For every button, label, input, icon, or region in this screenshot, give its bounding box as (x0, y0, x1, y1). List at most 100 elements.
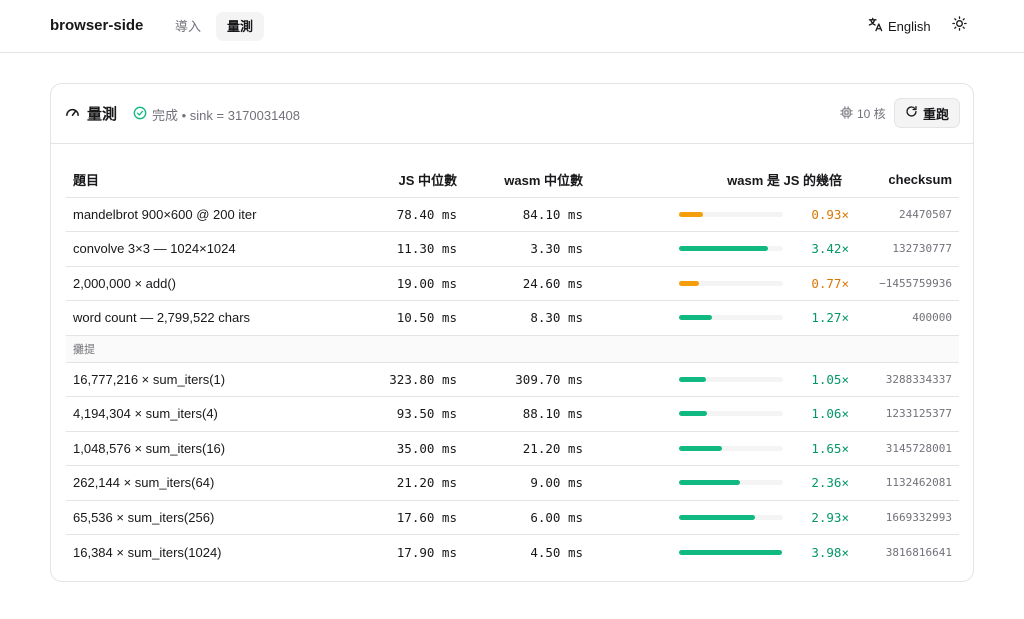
ratio-cell: 0.77× (590, 266, 849, 301)
ratio-cell: 3.98× (590, 535, 849, 570)
checksum-value: 400000 (849, 300, 959, 336)
card-title: 量測 (65, 103, 117, 124)
cores-indicator: 10 核 (840, 105, 886, 122)
ratio-bar (679, 445, 783, 451)
ratio-bar (679, 315, 783, 321)
tab-import[interactable]: 導入 (164, 12, 212, 41)
task-name: 1,048,576 × sum_iters(16) (66, 431, 338, 466)
ratio-value: 1.06× (811, 406, 849, 422)
wasm-median: 24.60 ms (464, 266, 590, 301)
card-header: 量測 完成 • sink = 3170031408 10 核 重跑 (51, 84, 973, 144)
ratio-value: 1.27× (811, 310, 849, 326)
checksum-value: 1132462081 (849, 465, 959, 501)
ratio-cell: 1.05× (590, 362, 849, 397)
checksum-value: 3816816641 (885, 545, 952, 559)
task-name: word count — 2,799,522 chars (66, 300, 338, 336)
table-row: 4,194,304 × sum_iters(4) 93.50 ms 88.10 ms… (66, 396, 959, 432)
language-label: English (888, 18, 931, 34)
ratio-cell: 3.42× (590, 231, 849, 267)
status-text: 完成 • sink = 3170031408 (152, 108, 301, 123)
column-header-js-median: JS 中位數 (338, 162, 464, 198)
language-button[interactable]: English (868, 15, 931, 37)
ratio-value: 1.05× (811, 371, 849, 387)
wasm-median: 21.20 ms (464, 431, 590, 466)
column-header-wasm-median: wasm 中位數 (464, 162, 590, 198)
results-table: 題目 JS 中位數 wasm 中位數 wasm 是 JS 的幾倍 checksu… (66, 162, 959, 569)
table-row: 65,536 × sum_iters(256) 17.60 ms 6.00 ms 2.… (66, 500, 959, 535)
ratio-bar-fill (679, 246, 768, 252)
table-header-row: 題目 JS 中位數 wasm 中位數 wasm 是 JS 的幾倍 checksu… (66, 162, 959, 198)
task-name: mandelbrot 900×600 @ 200 iter (66, 197, 338, 232)
js-median: 17.90 ms (396, 544, 457, 560)
ratio-bar (679, 411, 783, 417)
theme-toggle-button[interactable] (948, 15, 970, 37)
task-name: convolve 3×3 — 1024×1024 (66, 231, 338, 267)
rerun-label: 重跑 (922, 106, 949, 122)
js-median: 10.50 ms (338, 300, 464, 336)
ratio-cell: 2.93× (590, 500, 849, 535)
wasm-median: 3.30 ms (464, 231, 590, 267)
js-median: 19.00 ms (338, 266, 464, 301)
ratio-cell: 2.36× (590, 465, 849, 501)
js-median: 323.80 ms (338, 362, 464, 397)
ratio-cell: 0.93× (590, 197, 849, 232)
js-median: 21.20 ms (338, 465, 464, 501)
column-header-task: 題目 (66, 162, 338, 198)
table-row: 16,384 × sum_iters(1024) 17.90 ms 4.50 ms 3… (66, 535, 959, 570)
js-median: 11.30 ms (338, 231, 464, 267)
ratio-value: 0.77× (811, 275, 849, 291)
wasm-median: 84.10 ms (464, 197, 590, 232)
checksum-value: −1455759936 (849, 266, 959, 301)
ratio-bar (679, 549, 783, 555)
checksum-value: 24470507 (849, 197, 959, 232)
table-row: 16,777,216 × sum_iters(1) 323.80 ms 309.70… (66, 362, 959, 397)
refresh-icon (905, 105, 918, 121)
gauge-icon (65, 104, 80, 123)
wasm-median: 6.00 ms (464, 500, 590, 535)
ratio-value: 2.36× (811, 475, 849, 491)
js-median: 17.60 ms (338, 500, 464, 535)
table-body: mandelbrot 900×600 @ 200 iter 78.40 ms 84.… (66, 197, 959, 569)
task-name: 262,144 × sum_iters(64) (66, 465, 338, 501)
checksum-value: 3288334337 (849, 362, 959, 397)
ratio-value: 3.42× (811, 241, 849, 257)
ratio-bar-fill (679, 549, 783, 555)
ratio-bar-fill (679, 280, 700, 286)
translate-icon (868, 17, 883, 35)
task-name: 65,536 × sum_iters(256) (66, 500, 338, 535)
tab-benchmark[interactable]: 量測 (216, 12, 265, 41)
column-header-ratio: wasm 是 JS 的幾倍 (590, 162, 849, 198)
ratio-value: 3.98× (811, 544, 849, 560)
checksum-value: 132730777 (849, 231, 959, 267)
ratio-value: 2.93× (811, 509, 849, 525)
cores-text: 10 核 (857, 107, 886, 121)
benchmark-card: 量測 完成 • sink = 3170031408 10 核 重跑 題目 JS … (50, 83, 974, 582)
ratio-bar-fill (679, 514, 756, 520)
ratio-cell: 1.27× (590, 300, 849, 336)
ratio-bar-fill (679, 315, 713, 321)
checksum-value: 3145728001 (849, 431, 959, 466)
check-circle-icon (133, 106, 147, 123)
rerun-button[interactable]: 重跑 (894, 98, 960, 128)
wasm-median: 4.50 ms (530, 544, 583, 560)
section-label: 攤提 (66, 335, 959, 363)
task-name: 16,777,216 × sum_iters(1) (66, 362, 338, 397)
ratio-value: 1.65× (811, 440, 849, 456)
task-name: 16,384 × sum_iters(1024) (73, 544, 222, 560)
brand-name[interactable]: browser-side (50, 17, 143, 34)
checksum-value: 1669332993 (849, 500, 959, 535)
status-line: 完成 • sink = 3170031408 (133, 105, 300, 124)
wasm-median: 9.00 ms (464, 465, 590, 501)
ratio-cell: 1.65× (590, 431, 849, 466)
wasm-median: 88.10 ms (464, 396, 590, 432)
js-median: 93.50 ms (338, 396, 464, 432)
checksum-value: 1233125377 (849, 396, 959, 432)
ratio-bar (679, 480, 783, 486)
card-title-text: 量測 (87, 106, 118, 123)
ratio-bar-fill (679, 376, 707, 382)
ratio-bar (679, 376, 783, 382)
sun-icon (951, 16, 967, 36)
table-row: convolve 3×3 — 1024×1024 11.30 ms 3.30 ms 3… (66, 231, 959, 267)
table-row: 262,144 × sum_iters(64) 21.20 ms 9.00 ms 2.… (66, 465, 959, 501)
ratio-bar (679, 514, 783, 520)
